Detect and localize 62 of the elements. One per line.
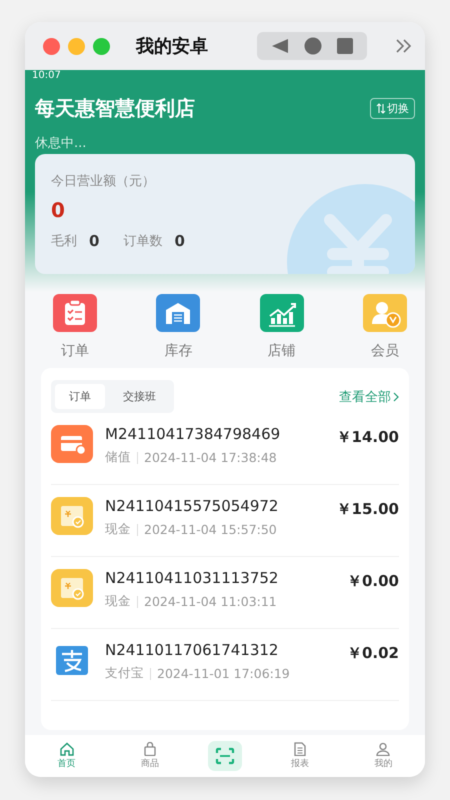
shortcut-button[interactable]: 订单 [53, 294, 97, 360]
swap-icon [376, 103, 386, 114]
nav-tab[interactable]: 我的 [358, 742, 408, 770]
order-number: N24110411031113752 [105, 569, 280, 587]
store-name: 每天惠智慧便利店 [35, 95, 195, 122]
payment-method: 支付宝 [105, 665, 144, 682]
member-icon [362, 294, 407, 332]
order-row[interactable]: N24110415575054972 现金 2024-11-04 15:57:50 ￥15.00 [51, 485, 399, 557]
bag-icon [142, 742, 158, 756]
scan-icon [214, 747, 235, 765]
revenue-value: 0 [51, 198, 66, 222]
warehouse-icon [156, 294, 200, 332]
order-time: 2024-11-01 17:06:19 [157, 666, 290, 681]
order-number: N24110117061741312 [105, 641, 280, 659]
document-icon [292, 742, 308, 756]
nav-tab[interactable]: 商品 [124, 742, 175, 770]
nav-tab[interactable]: 报表 [275, 742, 326, 770]
home-icon [58, 742, 75, 756]
stat-label: 毛利 [51, 233, 77, 250]
window-title: 我的安卓 [136, 35, 208, 58]
nav-tab[interactable]: 首页 [42, 742, 92, 770]
chevrons-icon[interactable] [395, 38, 413, 54]
person-icon [375, 742, 392, 756]
close-button[interactable] [43, 38, 60, 54]
recents-icon[interactable] [336, 37, 354, 55]
order-number: M24110417384798469 [105, 425, 282, 443]
bar-chart-icon [260, 294, 304, 332]
tab[interactable]: 交接班 [109, 384, 170, 409]
shortcut-button[interactable]: 库存 [156, 294, 200, 360]
order-amount: ￥0.02 [346, 644, 399, 663]
clipboard-icon [53, 294, 97, 332]
status-time: 10:07 [32, 70, 62, 81]
shortcut-button[interactable]: 会员 [362, 294, 407, 360]
cash-icon [51, 569, 93, 607]
view-all-link[interactable]: 查看全部 [339, 388, 399, 406]
order-row[interactable]: M24110417384798469 储值 2024-11-04 17:38:48 ￥14.00 [51, 413, 399, 485]
payment-method: 储值 [105, 449, 131, 466]
stat-value: 0 [89, 232, 100, 250]
order-row[interactable]: N24110117061741312 支付宝 2024-11-01 17:06:19 ￥0.02 [51, 629, 399, 701]
store-status: 休息中... [35, 135, 88, 152]
revenue-label: 今日营业额（元） [51, 173, 156, 190]
switch-button[interactable]: 切换 [370, 98, 415, 119]
cash-icon [51, 497, 93, 535]
order-time: 2024-11-04 15:57:50 [144, 522, 277, 537]
home-icon[interactable] [304, 37, 322, 55]
shortcut-button[interactable]: 店铺 [260, 294, 304, 360]
back-icon[interactable] [270, 37, 290, 55]
stat-value: 0 [174, 232, 185, 250]
card-icon [51, 425, 93, 463]
order-time: 2024-11-04 11:03:11 [144, 594, 277, 609]
payment-method: 现金 [105, 521, 131, 538]
scan-button[interactable] [208, 741, 242, 771]
order-amount: ￥14.00 [336, 428, 399, 447]
chevron-right-icon [393, 392, 399, 402]
order-time: 2024-11-04 17:38:48 [144, 450, 277, 465]
payment-method: 现金 [105, 593, 131, 610]
order-amount: ￥15.00 [336, 500, 399, 519]
order-number: N24110415575054972 [105, 497, 280, 515]
order-amount: ￥0.00 [346, 572, 399, 591]
stat-label: 订单数 [123, 233, 162, 250]
order-row[interactable]: N24110411031113752 现金 2024-11-04 11:03:11 ￥0.00 [51, 557, 399, 629]
tab[interactable]: 订单 [55, 384, 105, 409]
